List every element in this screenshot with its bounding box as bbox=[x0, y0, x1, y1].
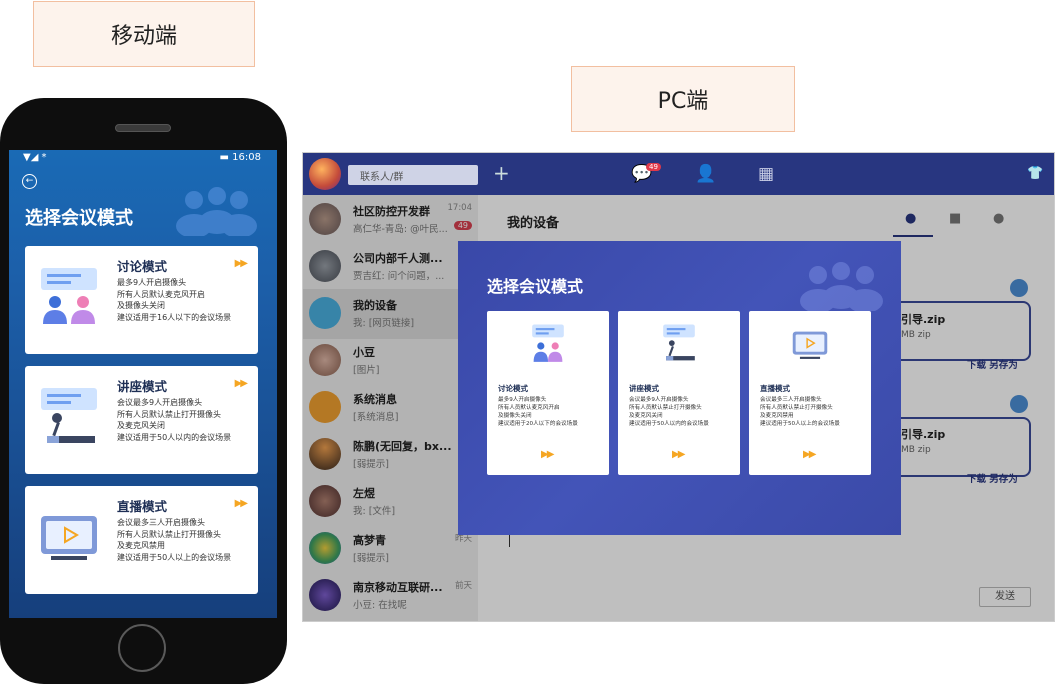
avatar[interactable] bbox=[309, 158, 341, 190]
phone-earpiece bbox=[115, 124, 171, 132]
card-line: 所有人员默认麦克风开启 bbox=[498, 405, 560, 411]
pc-label: PC端 bbox=[571, 66, 795, 132]
chevron-right-icon: ▶▶ bbox=[541, 449, 554, 460]
chevron-right-icon: ▶▶ bbox=[672, 449, 685, 460]
contacts-icon[interactable]: 👤 bbox=[695, 164, 716, 184]
card-title: 讨论模式 bbox=[498, 384, 528, 393]
card-line: 会议最多三人开启摄像头 bbox=[760, 397, 822, 403]
battery-icon: ▬ bbox=[219, 151, 229, 163]
card-line: 及麦克风禁用 bbox=[760, 413, 794, 419]
card-title: 讨论模式 bbox=[117, 259, 168, 274]
mode-card-lecture[interactable]: 讲座模式 ▶▶ 会议最多9人开启摄像头 所有人员默认禁止打开摄像头 及麦克风关闭… bbox=[25, 366, 258, 474]
phone-screen: ▼◢ * ▬ 16:08 ← 选择会议模式 讨论模式 ▶▶ 最多9人开启摄像头 … bbox=[9, 150, 277, 618]
mode-card-live[interactable]: 直播模式 会议最多三人开启摄像头 所有人员默认禁止打开摄像头 及麦克风禁用 建议… bbox=[749, 311, 871, 475]
card-line: 所有人员默认禁止打开摄像头 bbox=[117, 409, 221, 419]
signal-icons: ▼◢ * bbox=[23, 151, 47, 163]
card-line: 建议适用于16人以下的会议场景 bbox=[117, 312, 232, 322]
people-decoration-icon bbox=[800, 262, 883, 311]
card-line: 及麦克风关闭 bbox=[117, 421, 165, 430]
card-line: 及麦克风禁用 bbox=[117, 541, 165, 550]
card-line: 建议适用于50人以内的会议场景 bbox=[629, 421, 709, 427]
mode-card-live[interactable]: 直播模式 ▶▶ 会议最多三人开启摄像头 所有人员默认禁止打开摄像头 及麦克风禁用… bbox=[25, 486, 258, 594]
mode-card-discussion[interactable]: 讨论模式 ▶▶ 最多9人开启摄像头 所有人员默认麦克风开启 及摄像头关闭 建议适… bbox=[25, 246, 258, 354]
pc-window: 联系人/群 + 💬 49 👤 ▦ 👕 社区防控开发群 高仁华-青岛: @叶民..… bbox=[302, 152, 1055, 622]
phone-frame: ▼◢ * ▬ 16:08 ← 选择会议模式 讨论模式 ▶▶ 最多9人开启摄像头 … bbox=[0, 98, 287, 684]
card-description: 会议最多三人开启摄像头 所有人员默认禁止打开摄像头 及麦克风禁用 建议适用于50… bbox=[760, 396, 868, 428]
card-line: 所有人员默认禁止打开摄像头 bbox=[629, 405, 702, 411]
card-title: 讲座模式 bbox=[629, 384, 659, 393]
apps-grid-icon[interactable]: ▦ bbox=[758, 164, 774, 184]
status-bar: ▼◢ * ▬ 16:08 bbox=[9, 150, 277, 164]
card-line: 所有人员默认禁止打开摄像头 bbox=[117, 529, 221, 539]
lecture-icon bbox=[663, 324, 695, 361]
add-icon[interactable]: + bbox=[493, 161, 510, 185]
card-description: 会议最多9人开启摄像头 所有人员默认禁止打开摄像头 及麦克风关闭 建议适用于50… bbox=[629, 396, 737, 428]
back-icon[interactable]: ← bbox=[22, 174, 37, 189]
live-stream-icon bbox=[792, 331, 828, 359]
card-line: 及摄像头关闭 bbox=[498, 413, 532, 419]
chevron-right-icon: ▶▶ bbox=[803, 449, 816, 460]
dialog-title: 选择会议模式 bbox=[487, 277, 584, 296]
card-line: 最多9人开启摄像头 bbox=[498, 397, 547, 403]
people-decoration-icon bbox=[176, 187, 257, 236]
card-description: 会议最多三人开启摄像头 所有人员默认禁止打开摄像头 及麦克风禁用 建议适用于50… bbox=[117, 517, 255, 563]
status-right: ▬ 16:08 bbox=[220, 152, 261, 163]
mobile-page-title: 选择会议模式 bbox=[25, 208, 133, 229]
chevron-right-icon: ▶▶ bbox=[234, 378, 248, 389]
mode-card-lecture[interactable]: 讲座模式 会议最多9人开启摄像头 所有人员默认禁止打开摄像头 及麦克风关闭 建议… bbox=[618, 311, 740, 475]
card-line: 建议适用于50人以上的会议场景 bbox=[117, 552, 232, 562]
card-line: 会议最多三人开启摄像头 bbox=[117, 518, 205, 527]
status-time: 16:08 bbox=[232, 151, 261, 163]
card-line: 建议适用于50人以上的会议场景 bbox=[760, 421, 840, 427]
card-line: 所有人员默认麦克风开启 bbox=[117, 289, 205, 299]
top-bar: 联系人/群 + 💬 49 👤 ▦ 👕 bbox=[303, 153, 1054, 195]
card-line: 最多9人开启摄像头 bbox=[117, 278, 187, 287]
mode-card-discussion[interactable]: 讨论模式 最多9人开启摄像头 所有人员默认麦克风开启 及摄像头关闭 建议适用于2… bbox=[487, 311, 609, 475]
mobile-label: 移动端 bbox=[33, 1, 255, 67]
card-description: 最多9人开启摄像头 所有人员默认麦克风开启 及摄像头关闭 建议适用于16人以下的… bbox=[117, 277, 255, 323]
discussion-icon bbox=[41, 268, 97, 324]
card-title: 讲座模式 bbox=[117, 379, 168, 394]
card-line: 会议最多9人开启摄像头 bbox=[117, 398, 203, 407]
chevron-right-icon: ▶▶ bbox=[234, 498, 248, 509]
card-line: 会议最多9人开启摄像头 bbox=[629, 397, 689, 403]
home-button[interactable] bbox=[118, 624, 166, 672]
search-input[interactable]: 联系人/群 bbox=[348, 165, 478, 185]
card-line: 建议适用于20人以下的会议场景 bbox=[498, 421, 578, 427]
chevron-right-icon: ▶▶ bbox=[234, 258, 248, 269]
card-title: 直播模式 bbox=[760, 384, 790, 393]
card-line: 及麦克风关闭 bbox=[629, 413, 663, 419]
discussion-icon bbox=[532, 324, 564, 362]
meeting-mode-dialog: 选择会议模式 讨论模式 最多9人开启摄像头 所有人员默认麦克风开启 及摄像头关闭… bbox=[458, 241, 901, 535]
shirt-icon[interactable]: 👕 bbox=[1027, 166, 1043, 181]
card-description: 会议最多9人开启摄像头 所有人员默认禁止打开摄像头 及麦克风关闭 建议适用于50… bbox=[117, 397, 255, 443]
card-line: 所有人员默认禁止打开摄像头 bbox=[760, 405, 833, 411]
card-line: 及摄像头关闭 bbox=[117, 301, 165, 310]
card-title: 直播模式 bbox=[117, 499, 168, 514]
live-stream-icon bbox=[41, 516, 97, 560]
lecture-icon bbox=[41, 388, 97, 443]
chat-badge: 49 bbox=[646, 163, 661, 171]
card-description: 最多9人开启摄像头 所有人员默认麦克风开启 及摄像头关闭 建议适用于20人以下的… bbox=[498, 396, 606, 428]
card-line: 建议适用于50人以内的会议场景 bbox=[117, 432, 232, 442]
